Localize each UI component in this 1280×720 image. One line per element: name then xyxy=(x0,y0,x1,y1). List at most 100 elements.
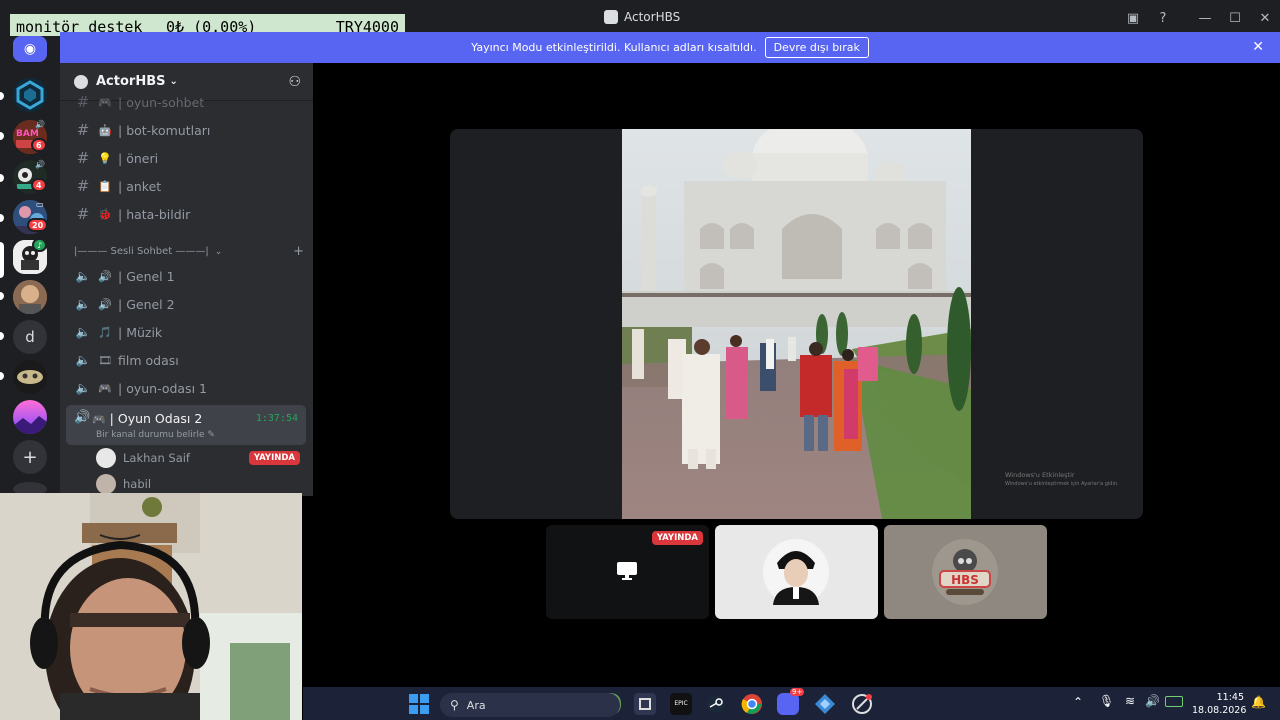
voice-channel[interactable]: 🔈 🔊 | Genel 1 xyxy=(74,263,304,289)
channel-emoji: 🎵 xyxy=(98,325,112,339)
chevron-down-icon: ⌄ xyxy=(214,246,223,257)
close-window-button[interactable]: ✕ xyxy=(1250,11,1280,26)
notice-close-icon[interactable]: ✕ xyxy=(1252,39,1264,55)
channel-name: film odası xyxy=(118,352,179,368)
dm-server-icon[interactable]: d xyxy=(13,320,47,354)
speaker-active-icon: 🔊 xyxy=(74,410,91,425)
steam-icon[interactable] xyxy=(705,693,727,715)
set-channel-status[interactable]: Bir kanal durumu belirle ✎ xyxy=(96,430,215,440)
avatar xyxy=(763,539,829,605)
volume-icon[interactable]: 🔊 xyxy=(1145,694,1160,708)
wifi-icon[interactable]: ≋ xyxy=(1125,694,1135,708)
microphone-icon[interactable]: 🎙 xyxy=(1099,694,1114,708)
server-icon[interactable] xyxy=(13,400,47,434)
unread-pip xyxy=(0,332,4,340)
text-channel[interactable]: # 🤖 | bot-komutları xyxy=(74,117,304,143)
unread-pip xyxy=(0,132,4,140)
live-badge: YAYINDA xyxy=(248,451,300,465)
help-icon[interactable]: ? xyxy=(1148,11,1178,26)
windows-start-icon[interactable] xyxy=(408,693,430,715)
text-channel[interactable]: # 🎮 | oyun-sohbet xyxy=(74,89,304,115)
system-clock[interactable]: 11:45 18.08.2026 xyxy=(1192,691,1246,717)
guild-name: ActorHBS xyxy=(96,74,166,89)
channel-name: hata-bildir xyxy=(126,206,191,222)
voice-category[interactable]: |——— Sesli Sohbet ———| ⌄ + xyxy=(74,244,304,259)
windows-activation-watermark: Windows'u Etkinleştir Windows'u etkinleş… xyxy=(1005,471,1119,489)
maximize-button[interactable]: ☐ xyxy=(1220,11,1250,26)
server-icon[interactable] xyxy=(13,78,47,112)
hbs-logo: HBS xyxy=(932,539,998,605)
notification-bell-icon[interactable]: 🔔 xyxy=(1251,695,1266,709)
streamer-mode-notice: Yayıncı Modu etkinleştirildi. Kullanıcı … xyxy=(60,32,1280,63)
channel-name: Oyun Odası 2 xyxy=(117,411,203,426)
task-view-icon[interactable] xyxy=(634,693,656,715)
participant-tile-user[interactable] xyxy=(715,525,878,619)
mention-badge: 4 xyxy=(31,178,47,192)
discord-home-icon[interactable]: ◉ xyxy=(13,36,47,62)
search-icon: ⚲ xyxy=(450,698,459,712)
voice-channel[interactable]: 🔈 🔊 | Genel 2 xyxy=(74,291,304,317)
server-icon[interactable] xyxy=(13,280,47,314)
shared-screen-photo xyxy=(622,129,971,519)
participant-tile-user[interactable]: HBS xyxy=(884,525,1047,619)
streamer-webcam xyxy=(0,493,302,720)
channel-emoji: 📋 xyxy=(98,179,112,193)
voice-channel[interactable]: 🔈 🎞 film odası xyxy=(74,347,304,373)
hash-icon: # xyxy=(76,149,90,167)
text-channel[interactable]: # 🐞 | hata-bildir xyxy=(74,201,304,227)
unread-pip xyxy=(0,174,4,182)
channel-name: Müzik xyxy=(126,324,163,340)
channel-emoji: 🐞 xyxy=(98,207,112,221)
speaker-icon: 🔈 xyxy=(75,353,91,367)
discord-taskbar-icon[interactable]: 9+ xyxy=(777,688,805,715)
channel-emoji: 💡 xyxy=(98,151,112,165)
speaker-icon: 🔈 xyxy=(75,269,91,283)
hash-icon: # xyxy=(76,121,90,139)
channel-name: Genel 2 xyxy=(126,296,175,312)
add-server-icon[interactable]: + xyxy=(13,440,47,474)
notification-badge: 9+ xyxy=(790,688,805,696)
epic-games-icon[interactable]: EPIC xyxy=(670,693,692,715)
channel-name: oyun-odası 1 xyxy=(126,380,207,396)
inbox-icon[interactable]: ▣ xyxy=(1118,11,1148,26)
voice-connected-badge: ♪ xyxy=(32,238,48,252)
minimize-button[interactable]: — xyxy=(1190,11,1220,26)
channel-emoji: 🎮 xyxy=(98,381,112,395)
hash-icon: # xyxy=(76,93,90,111)
hash-icon: # xyxy=(76,177,90,195)
voice-channel[interactable]: 🔈 🎵 | Müzik xyxy=(74,319,304,345)
chrome-icon[interactable] xyxy=(741,693,763,715)
create-channel-icon[interactable]: + xyxy=(293,244,304,259)
mention-badge: 20 xyxy=(27,218,49,232)
mention-badge: 6 xyxy=(31,138,47,152)
battery-icon[interactable] xyxy=(1165,696,1183,707)
server-icon[interactable] xyxy=(13,360,47,394)
channel-name: anket xyxy=(126,178,162,194)
window-controls: ▣ ? — ☐ ✕ xyxy=(1118,0,1280,36)
member-name: habil xyxy=(123,477,152,491)
app-icon[interactable] xyxy=(814,693,836,715)
watermark-subtitle: Windows'u etkinleştirmek için Ayarlar'a … xyxy=(1005,481,1119,487)
participant-tile-stream[interactable]: YAYINDA xyxy=(546,525,709,619)
channel-emoji: 🎞 xyxy=(98,353,112,367)
app-icon[interactable] xyxy=(851,693,873,715)
voice-channel[interactable]: 🔈 🎮 | oyun-odası 1 xyxy=(74,375,304,401)
channel-name: Genel 1 xyxy=(126,268,175,284)
avatar xyxy=(96,448,116,468)
text-channel[interactable]: # 💡 | öneri xyxy=(74,145,304,171)
chevron-up-icon[interactable]: ⌃ xyxy=(1073,695,1083,709)
notice-text: Yayıncı Modu etkinleştirildi. Kullanıcı … xyxy=(471,41,757,54)
search-placeholder: Ara xyxy=(466,698,486,712)
window-title-text: ActorHBS xyxy=(624,10,681,24)
disable-streamer-mode-button[interactable]: Devre dışı bırak xyxy=(764,37,869,58)
text-channel[interactable]: # 📋 | anket xyxy=(74,173,304,199)
voice-activity-icon: 🔊 xyxy=(35,160,45,169)
taskbar-search[interactable]: ⚲ Ara xyxy=(440,693,620,717)
channel-emoji: 🤖 xyxy=(98,123,112,137)
guild-icon xyxy=(74,74,88,89)
active-voice-channel[interactable]: 🔊 🎮 | Oyun Odası 2 1:37:54 Bir kanal dur… xyxy=(66,405,306,445)
voice-member[interactable]: Lakhan Saif YAYINDA xyxy=(96,446,300,470)
screen-share-icon: ▭ xyxy=(36,200,44,209)
add-member-icon[interactable]: ⚇ xyxy=(288,74,301,90)
unread-pip xyxy=(0,214,4,222)
